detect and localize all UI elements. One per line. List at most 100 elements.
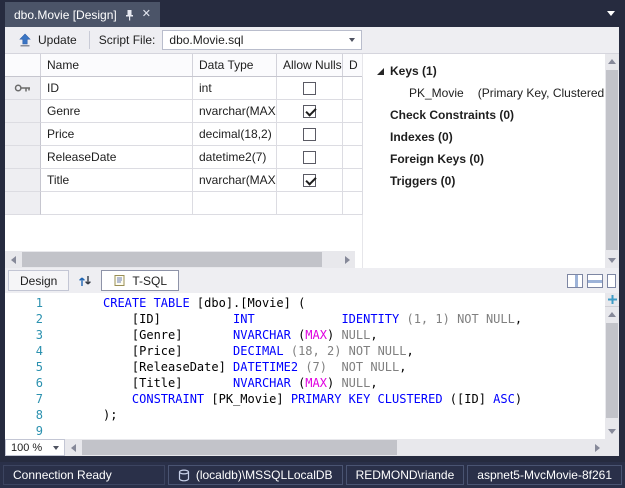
code-line[interactable]: 6 [Title] NVARCHAR (MAX) NULL,	[5, 375, 605, 391]
row-selector[interactable]	[5, 146, 41, 169]
code-line[interactable]: 7 CONSTRAINT [PK_Movie] PRIMARY KEY CLUS…	[5, 391, 605, 407]
tab-design[interactable]: Design	[8, 270, 69, 291]
scroll-up-icon[interactable]	[605, 307, 619, 322]
tsql-editor[interactable]: 1CREATE TABLE [dbo].[Movie] (2 [ID] INT …	[5, 293, 619, 456]
scroll-right-icon[interactable]	[339, 251, 355, 268]
code-token: ([ID]	[443, 392, 494, 406]
code-token: ,	[370, 376, 377, 390]
pin-icon[interactable]	[125, 9, 134, 21]
data-type-cell[interactable]: int	[193, 77, 277, 100]
column-header-default[interactable]: D	[343, 54, 363, 76]
scroll-up-icon[interactable]	[605, 54, 619, 69]
editor-hscroll-thumb[interactable]	[82, 440, 397, 455]
column-name-cell[interactable]: ReleaseDate	[41, 146, 193, 169]
allow-nulls-cell[interactable]	[277, 169, 343, 192]
properties-vscroll-track[interactable]	[605, 69, 619, 253]
code-line[interactable]: 9	[5, 423, 605, 439]
table-row[interactable]: ReleaseDatedatetime2(7)	[5, 146, 362, 169]
split-vertical-icon[interactable]	[567, 274, 583, 288]
column-name-cell[interactable]: Title	[41, 169, 193, 192]
code-line[interactable]: 2 [ID] INT IDENTITY (1, 1) NOT NULL,	[5, 311, 605, 327]
allow-nulls-cell[interactable]	[277, 123, 343, 146]
tree-group[interactable]: Keys (1)	[369, 60, 605, 82]
tree-group[interactable]: Foreign Keys (0)	[369, 148, 605, 170]
code-line[interactable]: 3 [Genre] NVARCHAR (MAX) NULL,	[5, 327, 605, 343]
column-header-data-type[interactable]: Data Type	[193, 54, 277, 76]
code-lines[interactable]: 1CREATE TABLE [dbo].[Movie] (2 [ID] INT …	[5, 293, 605, 439]
allow-nulls-checkbox[interactable]	[303, 174, 316, 187]
allow-nulls-checkbox[interactable]	[303, 151, 316, 164]
table-row[interactable]: Titlenvarchar(MAX)	[5, 169, 362, 192]
tab-tsql[interactable]: T-SQL	[101, 270, 179, 291]
primary-key-icon[interactable]	[5, 77, 41, 100]
row-selector[interactable]	[5, 169, 41, 192]
scroll-left-icon[interactable]	[5, 251, 21, 268]
column-name-cell[interactable]: Genre	[41, 100, 193, 123]
allow-nulls-cell[interactable]	[277, 192, 343, 215]
tree-group[interactable]: Indexes (0)	[369, 126, 605, 148]
editor-horizontal-scrollbar[interactable]	[65, 439, 605, 456]
data-type-cell[interactable]: nvarchar(MAX)	[193, 100, 277, 123]
allow-nulls-cell[interactable]	[277, 100, 343, 123]
tree-item[interactable]: PK_Movie(Primary Key, Clustered: I	[369, 82, 605, 104]
table-row[interactable]	[5, 192, 362, 215]
code-line[interactable]: 4 [Price] DECIMAL (18, 2) NOT NULL,	[5, 343, 605, 359]
data-type-cell[interactable]: nvarchar(MAX)	[193, 169, 277, 192]
tab-dbo-movie-design[interactable]: dbo.Movie [Design] ✕	[5, 2, 160, 27]
zoom-control[interactable]: 100 %	[5, 439, 65, 456]
editor-hscroll-track[interactable]	[81, 439, 589, 456]
table-row[interactable]: IDint	[5, 77, 362, 100]
properties-vscroll-thumb[interactable]	[606, 70, 618, 250]
allow-nulls-checkbox[interactable]	[303, 82, 316, 95]
default-cell[interactable]	[343, 146, 363, 169]
close-icon[interactable]: ✕	[142, 9, 151, 20]
allow-nulls-cell[interactable]	[277, 77, 343, 100]
data-type-cell[interactable]: datetime2(7)	[193, 146, 277, 169]
allow-nulls-cell[interactable]	[277, 146, 343, 169]
data-type-cell[interactable]: decimal(18,2)	[193, 123, 277, 146]
editor-vscroll-thumb[interactable]	[606, 323, 618, 418]
code-line[interactable]: 1CREATE TABLE [dbo].[Movie] (	[5, 295, 605, 311]
update-button[interactable]: Update	[11, 31, 84, 49]
row-selector[interactable]	[5, 192, 41, 215]
row-selector[interactable]	[5, 123, 41, 146]
table-row[interactable]: Pricedecimal(18,2)	[5, 123, 362, 146]
allow-nulls-checkbox[interactable]	[303, 105, 316, 118]
table-row[interactable]: Genrenvarchar(MAX)	[5, 100, 362, 123]
splitter-plus-icon[interactable]	[605, 293, 619, 307]
column-header-name[interactable]: Name	[41, 54, 193, 76]
expand-pane-icon[interactable]	[607, 274, 616, 288]
properties-vertical-scrollbar[interactable]	[605, 54, 619, 268]
column-name-cell[interactable]: Price	[41, 123, 193, 146]
row-selector[interactable]	[5, 100, 41, 123]
default-cell[interactable]	[343, 123, 363, 146]
default-cell[interactable]	[343, 100, 363, 123]
scroll-left-icon[interactable]	[65, 439, 81, 456]
tree-group[interactable]: Check Constraints (0)	[369, 104, 605, 126]
default-cell[interactable]	[343, 77, 363, 100]
document-well-dropdown-icon[interactable]	[607, 11, 615, 16]
tree-group[interactable]: Triggers (0)	[369, 170, 605, 192]
scroll-down-icon[interactable]	[605, 424, 619, 439]
allow-nulls-checkbox[interactable]	[303, 128, 316, 141]
code-text: CREATE TABLE [dbo].[Movie] (	[103, 295, 305, 311]
script-file-combobox[interactable]: dbo.Movie.sql	[162, 30, 362, 50]
expander-icon[interactable]	[377, 68, 384, 75]
swap-panes-icon[interactable]	[73, 270, 97, 291]
column-name-cell[interactable]: ID	[41, 77, 193, 100]
column-header-allow-nulls[interactable]: Allow Nulls	[277, 54, 343, 76]
data-type-cell[interactable]	[193, 192, 277, 215]
default-cell[interactable]	[343, 169, 363, 192]
code-line[interactable]: 5 [ReleaseDate] DATETIME2 (7) NOT NULL,	[5, 359, 605, 375]
editor-vertical-scrollbar[interactable]	[605, 293, 619, 439]
code-line[interactable]: 8);	[5, 407, 605, 423]
scroll-right-icon[interactable]	[589, 439, 605, 456]
grid-horizontal-scrollbar[interactable]	[5, 251, 355, 268]
grid-hscroll-track[interactable]	[21, 251, 339, 268]
scroll-down-icon[interactable]	[605, 253, 619, 268]
grid-hscroll-thumb[interactable]	[22, 252, 322, 267]
default-cell[interactable]	[343, 192, 363, 215]
split-horizontal-icon[interactable]	[587, 274, 603, 288]
column-name-cell[interactable]	[41, 192, 193, 215]
editor-vscroll-track[interactable]	[605, 322, 619, 424]
